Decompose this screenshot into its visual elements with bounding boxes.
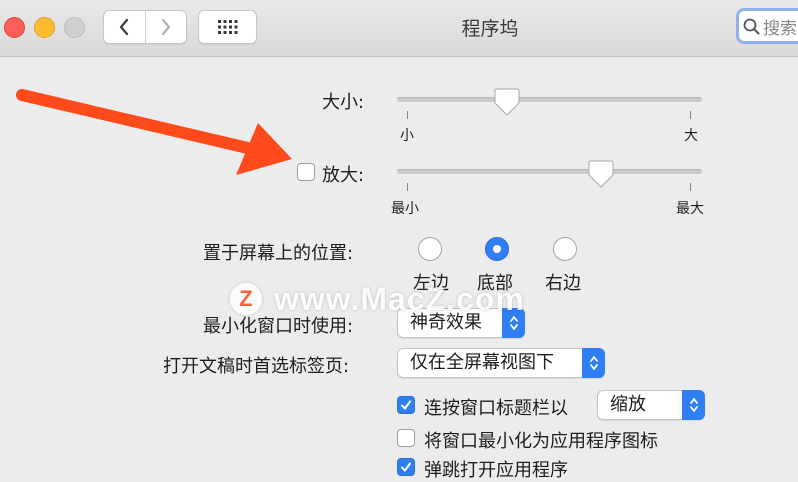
magnification-slider-thumb[interactable] [588, 160, 614, 189]
zoom-window-button[interactable] [64, 17, 85, 38]
double-click-label: 连按窗口标题栏以 [424, 398, 568, 419]
position-radio-bottom[interactable] [485, 237, 509, 261]
position-option-right: 右边 [545, 273, 581, 294]
size-slider-thumb[interactable] [494, 88, 520, 117]
search-field[interactable]: 搜索 [736, 8, 798, 44]
size-slider-tick-min [407, 111, 408, 119]
title-bar: 程序坞 搜索 [0, 0, 798, 57]
animate-opening-label: 弹跳打开应用程序 [424, 460, 568, 481]
back-button[interactable] [104, 11, 145, 43]
size-min-label: 小 [400, 128, 414, 144]
double-click-action-popup[interactable]: 缩放 [597, 390, 705, 420]
position-radio-right[interactable] [553, 237, 577, 261]
size-slider-track[interactable] [397, 97, 702, 102]
show-all-button[interactable] [198, 10, 257, 44]
annotation-arrow [16, 89, 292, 175]
minimize-window-button[interactable] [34, 17, 55, 38]
navigation-buttons [103, 10, 187, 44]
magnification-slider-track[interactable] [397, 169, 702, 174]
minimize-into-icon-label: 将窗口最小化为应用程序图标 [424, 431, 658, 452]
magnification-min-label: 最小 [391, 201, 419, 217]
position-label: 置于屏幕上的位置: [203, 243, 354, 264]
size-slider-tick-max [690, 111, 691, 119]
magnification-slider-tick-max [690, 183, 691, 191]
grid-icon [217, 20, 237, 34]
double-click-action-value: 缩放 [610, 394, 646, 415]
popup-caret-icon [682, 390, 705, 420]
forward-icon [161, 18, 170, 36]
checkmark-icon [401, 400, 411, 410]
close-window-button[interactable] [4, 17, 25, 38]
prefer-tabs-value: 仅在全屏幕视图下 [410, 352, 554, 373]
double-click-checkbox[interactable] [397, 396, 415, 414]
search-icon [743, 18, 760, 34]
window-title: 程序坞 [461, 18, 519, 40]
watermark: Z www.MacZ.com [230, 279, 525, 319]
dock-preferences-pane: 大小: 小 大 放大: 最小 最大 置于屏幕上的位置: 左边 底部 右边 最小化… [0, 57, 798, 481]
popup-caret-icon [582, 348, 605, 378]
watermark-logo-letter: Z [239, 286, 253, 311]
animate-opening-checkbox[interactable] [397, 458, 415, 476]
checkmark-icon [401, 462, 411, 472]
back-icon [120, 18, 129, 36]
prefer-tabs-popup[interactable]: 仅在全屏幕视图下 [397, 348, 605, 378]
prefer-tabs-label: 打开文稿时首选标签页: [163, 356, 350, 377]
watermark-text: www.MacZ.com [274, 280, 525, 317]
forward-button[interactable] [144, 11, 187, 43]
watermark-logo: Z [230, 283, 262, 315]
minimize-into-icon-checkbox[interactable] [397, 429, 415, 447]
magnification-slider-tick-min [407, 183, 408, 191]
size-max-label: 大 [684, 128, 698, 144]
search-placeholder: 搜索 [763, 18, 797, 39]
position-radio-left[interactable] [418, 237, 442, 261]
magnification-max-label: 最大 [676, 201, 704, 217]
